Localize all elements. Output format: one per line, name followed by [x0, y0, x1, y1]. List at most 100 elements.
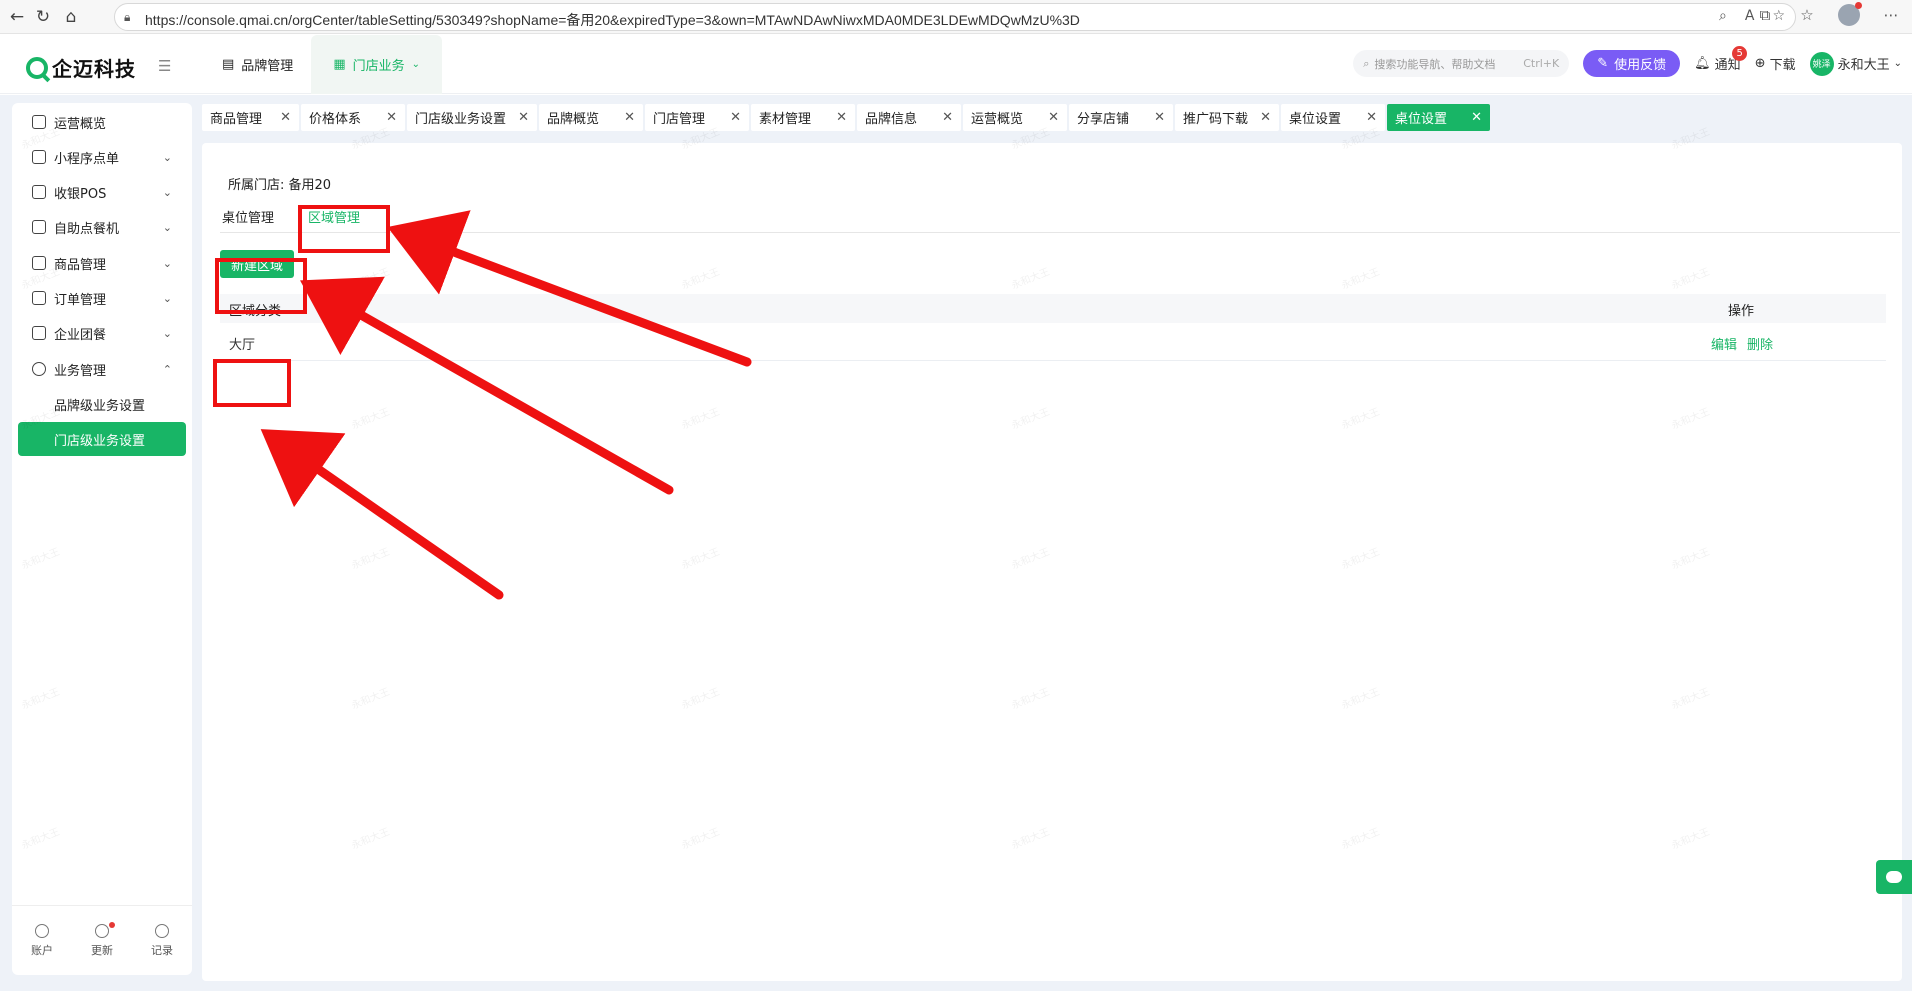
favorites-icon[interactable]: ☆	[1796, 4, 1818, 26]
sub-tabs: 桌位管理 区域管理	[220, 207, 1900, 233]
area-name-cell: 大厅	[229, 338, 256, 353]
tab-store-business-settings[interactable]: 门店级业务设置 ✕	[407, 104, 537, 131]
close-icon[interactable]: ✕	[836, 110, 847, 125]
tab-price-system[interactable]: 价格体系 ✕	[301, 104, 405, 131]
tab-operations-overview[interactable]: 运营概览 ✕	[963, 104, 1067, 131]
user-icon	[35, 923, 49, 938]
sidebar-item-group-meal[interactable]: 企业团餐 ⌄	[12, 316, 192, 350]
bell-icon: 🔔︎	[1694, 56, 1711, 71]
mini-program-icon	[32, 150, 46, 164]
read-aloud-icon[interactable]: A	[1745, 8, 1755, 24]
app-header: 企迈科技 ☰ ▤ 品牌管理 ▦ 门店业务 ⌄ ⌕ 搜索功能导航、帮助文档 Ctr…	[0, 35, 1912, 94]
tab-brand-info[interactable]: 品牌信息 ✕	[857, 104, 961, 131]
tab-promo-code-download[interactable]: 推广码下载 ✕	[1175, 104, 1279, 131]
sidebar-subitem-store-settings[interactable]: 门店级业务设置	[18, 422, 186, 456]
sidebar-item-products[interactable]: 商品管理 ⌄	[12, 246, 192, 280]
shop-name: 备用20	[288, 178, 332, 193]
user-menu[interactable]: 姚泽 永和大王 ⌄	[1809, 51, 1902, 76]
chevron-down-icon: ⌄	[162, 220, 172, 234]
tab-brand-overview[interactable]: 品牌概览 ✕	[539, 104, 643, 131]
feedback-button[interactable]: ✎ 使用反馈	[1583, 50, 1681, 77]
tab-share-store[interactable]: 分享店铺 ✕	[1069, 104, 1173, 131]
chevron-down-icon: ⌄	[162, 256, 172, 270]
home-icon[interactable]: ⌂	[58, 4, 84, 30]
reload-icon[interactable]: ↻	[30, 4, 56, 30]
chat-float-button[interactable]	[1876, 860, 1912, 894]
menu-collapse-icon[interactable]: ☰	[158, 57, 171, 75]
building-icon: ▤	[222, 57, 235, 72]
search-input[interactable]: ⌕ 搜索功能导航、帮助文档 Ctrl+K	[1353, 50, 1570, 77]
search-shortcut: Ctrl+K	[1523, 57, 1560, 70]
sidebar-item-operations-overview[interactable]: 运营概览	[12, 105, 192, 139]
tab-table-settings[interactable]: 桌位设置 ✕	[1281, 104, 1385, 131]
bag-icon	[32, 256, 46, 270]
kiosk-icon	[32, 220, 46, 234]
back-arrow-icon[interactable]: ←	[4, 4, 30, 30]
tab-material-management[interactable]: 素材管理 ✕	[751, 104, 855, 131]
tab-product-management[interactable]: 商品管理 ✕	[202, 104, 299, 131]
close-icon[interactable]: ✕	[1154, 110, 1165, 125]
logo-mark-icon	[26, 56, 48, 79]
chat-icon	[1886, 871, 1902, 883]
area-table: 区域分类 操作 大厅 编辑 删除	[220, 294, 1886, 361]
close-icon[interactable]: ✕	[1366, 110, 1377, 125]
sidebar-item-business-management[interactable]: 业务管理 ⌃	[12, 352, 192, 386]
download-button[interactable]: ⊕ 下载	[1755, 54, 1796, 73]
url-text: https://console.qmai.cn/orgCenter/tableS…	[145, 12, 1080, 28]
updates-button[interactable]: 更新	[91, 921, 115, 958]
close-icon[interactable]: ✕	[1048, 110, 1059, 125]
chevron-down-icon: ⌄	[162, 326, 172, 340]
store-icon: ▦	[333, 57, 346, 72]
close-icon[interactable]: ✕	[730, 110, 741, 125]
sidebar-item-kiosk[interactable]: 自助点餐机 ⌄	[12, 210, 192, 244]
column-header-ops: 操作	[1728, 304, 1755, 319]
logo[interactable]: 企迈科技	[26, 53, 136, 82]
app-body: 运营概览 小程序点单 ⌄ 收银POS ⌄ 自助点餐机 ⌄ 商品管理 ⌄ 订单管理…	[0, 95, 1912, 991]
search-icon: ⌕	[1363, 56, 1370, 70]
nav-brand-management[interactable]: ▤ 品牌管理	[204, 35, 311, 94]
table-row: 大厅 编辑 删除	[220, 323, 1886, 361]
annotation-box-new-button	[215, 258, 307, 314]
annotation-box-area-tab	[298, 205, 390, 253]
chevron-down-icon: ⌄	[162, 185, 172, 199]
account-button[interactable]: 账户	[31, 923, 53, 958]
chevron-down-icon: ⌄	[162, 291, 172, 305]
annotation-box-hall-row	[213, 359, 291, 407]
chevron-down-icon: ⌄	[411, 59, 421, 70]
sidebar-item-orders[interactable]: 订单管理 ⌄	[12, 281, 192, 315]
sidebar-item-pos[interactable]: 收银POS ⌄	[12, 175, 192, 209]
edit-link[interactable]: 编辑	[1711, 334, 1737, 353]
notification-button[interactable]: 🔔︎ 通知 5	[1694, 46, 1748, 73]
profile-avatar[interactable]	[1838, 2, 1862, 26]
address-bar[interactable]: 🔒︎ https://console.qmai.cn/orgCenter/tab…	[114, 3, 1796, 31]
zoom-icon[interactable]: ⌕	[1719, 8, 1727, 24]
gear-icon	[32, 362, 46, 376]
sidebar-item-mini-program[interactable]: 小程序点单 ⌄	[12, 140, 192, 174]
more-menu-icon[interactable]: ⋯	[1880, 4, 1902, 26]
close-icon[interactable]: ✕	[1471, 110, 1482, 125]
home-icon	[32, 115, 46, 129]
close-icon[interactable]: ✕	[386, 110, 397, 125]
extensions-icon[interactable]: ⧉	[1754, 4, 1776, 26]
avatar: 姚泽	[1809, 51, 1834, 76]
chevron-up-icon: ⌃	[162, 362, 172, 376]
chevron-down-icon: ⌄	[162, 150, 172, 164]
pos-icon	[32, 185, 46, 199]
tab-store-management[interactable]: 门店管理 ✕	[645, 104, 749, 131]
subtab-table-management[interactable]: 桌位管理	[222, 207, 274, 226]
sidebar-subitem-brand-settings[interactable]: 品牌级业务设置	[18, 387, 186, 421]
delete-link[interactable]: 删除	[1747, 334, 1773, 353]
sidebar-footer: 账户 更新 记录	[12, 905, 192, 975]
close-icon[interactable]: ✕	[624, 110, 635, 125]
nav-store-business[interactable]: ▦ 门店业务 ⌄	[311, 35, 443, 94]
records-button[interactable]: 记录	[151, 923, 173, 958]
update-dot	[109, 921, 115, 928]
close-icon[interactable]: ✕	[518, 110, 529, 125]
tab-table-settings-active[interactable]: 桌位设置 ✕	[1387, 104, 1490, 131]
close-icon[interactable]: ✕	[280, 110, 291, 125]
browser-toolbar: ← ↻ ⌂ 🔒︎ https://console.qmai.cn/orgCent…	[0, 0, 1912, 34]
close-icon[interactable]: ✕	[942, 110, 953, 125]
building-icon	[32, 326, 46, 340]
page-tabs: 商品管理 ✕ 价格体系 ✕ 门店级业务设置 ✕ 品牌概览 ✕ 门店管理 ✕ 素材管理 ✕ 品…	[202, 104, 1490, 131]
close-icon[interactable]: ✕	[1260, 110, 1271, 125]
